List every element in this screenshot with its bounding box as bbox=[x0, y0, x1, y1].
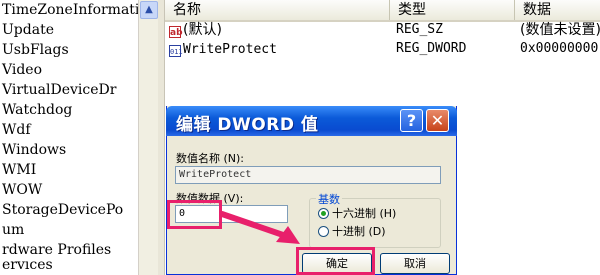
help-icon[interactable]: ? bbox=[400, 109, 423, 132]
tree-scrollbar[interactable]: ▲ bbox=[138, 0, 159, 275]
radio-unselected-icon bbox=[318, 226, 329, 237]
column-header-name[interactable]: 名称 bbox=[165, 0, 390, 20]
tree-item[interactable]: um bbox=[0, 220, 158, 240]
pane-splitter[interactable] bbox=[158, 0, 165, 275]
tree-item[interactable]: rdware Profiles bbox=[0, 240, 158, 260]
base-groupbox: 基数 十六进制 (H) 十进制 (D) bbox=[309, 191, 441, 248]
scroll-up-icon[interactable]: ▲ bbox=[140, 1, 158, 19]
value-name-field[interactable]: WriteProtect bbox=[175, 166, 441, 184]
value-name: WriteProtect bbox=[183, 42, 277, 57]
dialog-title-bar[interactable]: 编辑 DWORD 值 ? ✕ bbox=[166, 106, 457, 136]
dialog-title: 编辑 DWORD 值 bbox=[176, 115, 319, 135]
tree-item[interactable]: Watchdog bbox=[0, 100, 158, 120]
column-header-data[interactable]: 数据 bbox=[515, 0, 600, 20]
radio-hex[interactable]: 十六进制 (H) bbox=[318, 205, 396, 221]
tree-item[interactable]: Wdf bbox=[0, 120, 158, 140]
value-name: (默认) bbox=[183, 22, 222, 38]
tree-item[interactable]: Update bbox=[0, 20, 158, 40]
list-item[interactable]: 011WriteProtect REG_DWORD 0x00000000 bbox=[165, 39, 600, 59]
registry-tree: TimeZoneInformati Update UsbFlags Video … bbox=[0, 0, 158, 275]
tree-item[interactable]: Windows bbox=[0, 140, 158, 160]
string-value-icon: ab bbox=[169, 26, 183, 38]
cancel-button[interactable]: 取消 bbox=[380, 253, 450, 274]
tree-item[interactable]: WMI bbox=[0, 160, 158, 180]
tree-item[interactable]: StorageDevicePo bbox=[0, 200, 158, 220]
radio-hex-label: 十六进制 (H) bbox=[332, 207, 397, 220]
value-type: REG_SZ bbox=[396, 22, 443, 37]
value-name-label: 数值名称 (N): bbox=[176, 152, 245, 165]
tree-item[interactable]: UsbFlags bbox=[0, 40, 158, 60]
close-icon[interactable]: ✕ bbox=[426, 109, 449, 132]
ok-button-highlight bbox=[296, 247, 375, 275]
tree-item[interactable]: ervices bbox=[0, 260, 158, 270]
column-header-type[interactable]: 类型 bbox=[390, 0, 515, 20]
list-item[interactable]: ab(默认) REG_SZ (数值未设置) bbox=[165, 20, 600, 40]
radio-selected-icon bbox=[318, 208, 329, 219]
tree-item[interactable]: Video bbox=[0, 60, 158, 80]
radio-dec[interactable]: 十进制 (D) bbox=[318, 223, 386, 239]
value-type: REG_DWORD bbox=[396, 41, 467, 56]
tree-item[interactable]: TimeZoneInformati bbox=[0, 0, 158, 20]
binary-value-icon: 011 bbox=[169, 45, 183, 57]
value-data: (数值未设置) bbox=[520, 22, 600, 38]
value-data: 0x00000000 bbox=[520, 41, 599, 56]
tree-item[interactable]: WOW bbox=[0, 180, 158, 200]
radio-dec-label: 十进制 (D) bbox=[332, 225, 386, 238]
tree-item[interactable]: VirtualDeviceDr bbox=[0, 80, 158, 100]
list-header: 名称 类型 数据 bbox=[165, 0, 600, 22]
value-data-highlight bbox=[167, 200, 222, 229]
